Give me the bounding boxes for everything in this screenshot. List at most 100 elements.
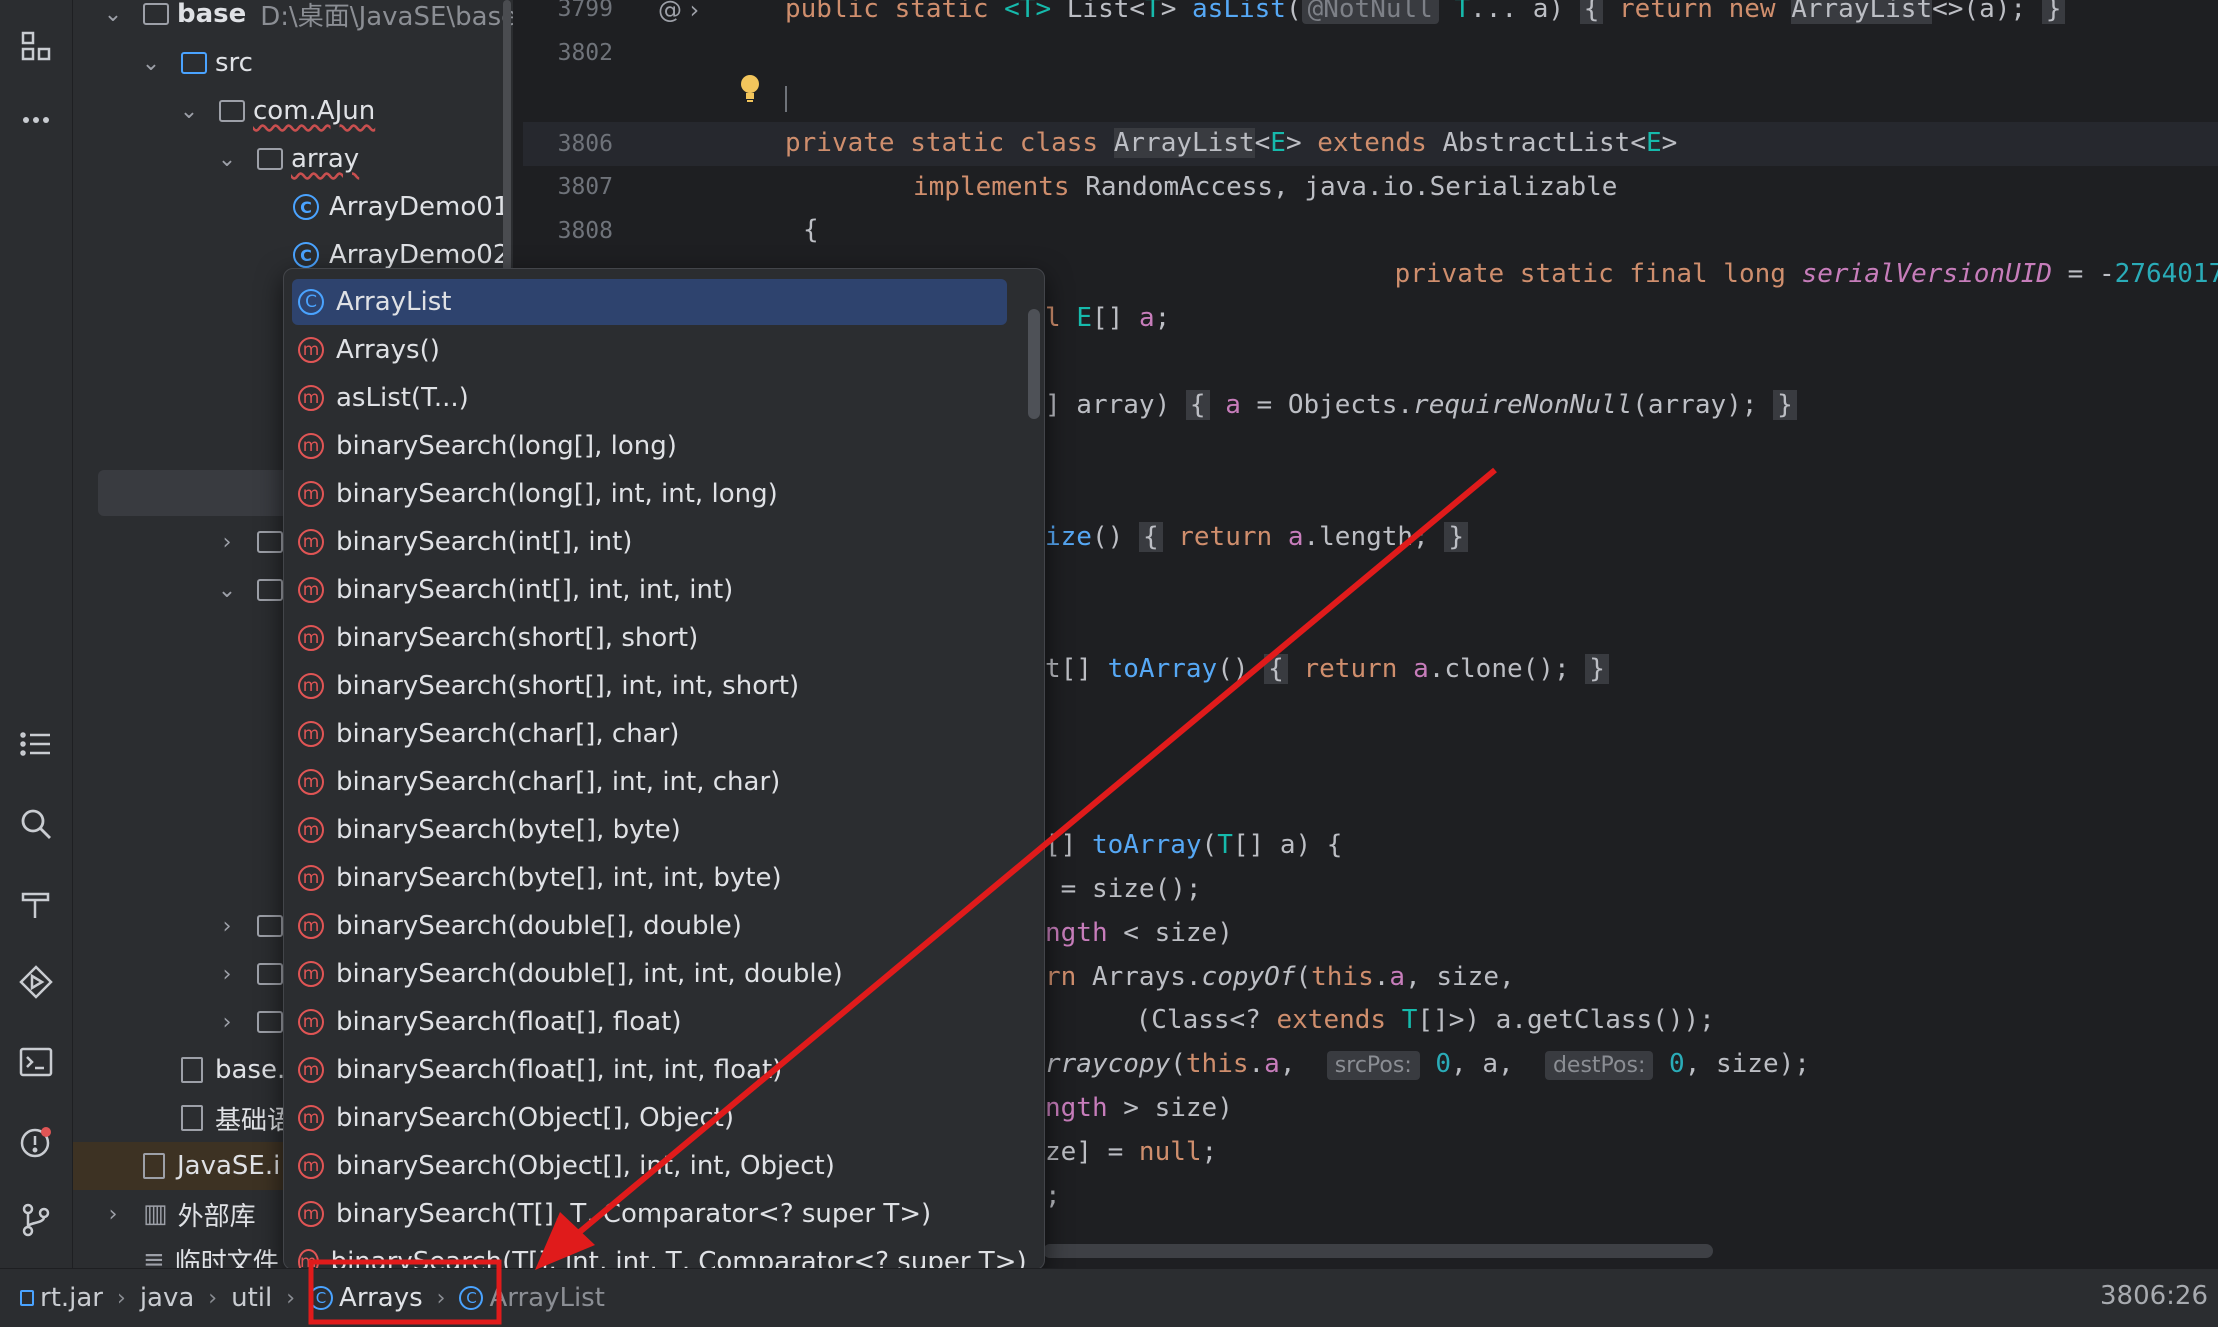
class-icon: C (293, 194, 319, 220)
editor-horizontal-scrollbar[interactable] (1043, 1244, 1713, 1258)
completion-item[interactable]: m binarySearch(byte[], int, int, byte) (292, 855, 1007, 901)
completion-item[interactable]: m binarySearch(Object[], Object) (292, 1095, 1007, 1141)
chevron-right-icon[interactable]: › (215, 962, 239, 987)
search-icon[interactable] (12, 800, 60, 848)
tree-row-src[interactable]: ⌄ src (139, 39, 253, 87)
breadcrumb-rtjar[interactable]: rt.jar (40, 1283, 103, 1313)
completion-item-label: binarySearch(long[], long) (336, 431, 677, 461)
tree-row-collapsed[interactable]: › (215, 902, 291, 950)
tree-row-expanded[interactable]: ⌄ (215, 566, 291, 614)
implementations-icon[interactable]: @ › (658, 0, 699, 24)
completion-item-label: ArrayList (336, 287, 452, 317)
completion-item[interactable]: m binarySearch(long[], long) (292, 423, 1007, 469)
completion-item-label: binarySearch(double[], int, int, double) (336, 959, 843, 989)
completion-item[interactable]: m binarySearch(double[], int, int, double… (292, 951, 1007, 997)
completion-item[interactable]: m binarySearch(T[], T, Comparator<? super… (292, 1191, 1007, 1237)
completion-item[interactable]: m binarySearch(char[], int, int, char) (292, 759, 1007, 805)
text-caret (785, 86, 787, 112)
chevron-right-icon[interactable]: › (101, 1202, 125, 1227)
code-line: ] array) { a = Objects.requireNonNull(ar… (1045, 390, 1797, 420)
build-hammer-icon[interactable] (12, 880, 60, 928)
completion-item[interactable]: m binarySearch(char[], char) (292, 711, 1007, 757)
completion-item-label: binarySearch(double[], double) (336, 911, 742, 941)
tree-row-notes[interactable]: 基础语 (181, 1094, 293, 1142)
completion-item[interactable]: m binarySearch(float[], int, int, float) (292, 1047, 1007, 1093)
code-line: t[] toArray() { return a.clone(); } (1045, 654, 1609, 684)
breadcrumb-arrays[interactable]: Arrays (339, 1283, 423, 1313)
completion-item[interactable]: m binarySearch(Object[], int, int, Object… (292, 1143, 1007, 1189)
lightbulb-icon[interactable] (738, 73, 762, 103)
completion-item-label: binarySearch(byte[], byte) (336, 815, 681, 845)
chevron-right-icon[interactable]: › (215, 530, 239, 555)
package-icon (257, 148, 283, 170)
line-number: 3799 (557, 0, 613, 22)
run-icon[interactable] (12, 958, 60, 1006)
code-line: = size(); (1045, 874, 1202, 904)
terminal-icon[interactable] (12, 1038, 60, 1086)
tree-row-scratches[interactable]: ≡ 临时文件 (143, 1236, 279, 1268)
completion-item[interactable]: m Arrays() (292, 327, 1007, 373)
tool-window-strip (0, 0, 73, 1268)
more-icon[interactable] (12, 96, 60, 144)
tree-row-external-libs[interactable]: › ▥ 外部库 (101, 1190, 256, 1238)
popup-scrollbar[interactable] (1028, 309, 1040, 419)
chevron-down-icon[interactable]: ⌄ (139, 51, 163, 76)
completion-item[interactable]: m binarySearch(double[], double) (292, 903, 1007, 949)
breadcrumb-separator-icon: › (117, 1285, 126, 1311)
method-icon: m (298, 865, 324, 891)
file-icon (181, 1105, 203, 1131)
breadcrumb-arraylist[interactable]: ArrayList (489, 1283, 604, 1313)
tree-row-arraydemo01[interactable]: C ArrayDemo01 (293, 183, 509, 231)
breadcrumb-separator-icon: › (286, 1285, 296, 1311)
tree-row-package[interactable]: ⌄ com.AJun (177, 87, 375, 135)
completion-item-label: binarySearch(T[], int, int, T, Comparato… (330, 1247, 1027, 1270)
completion-item[interactable]: m binarySearch(short[], short) (292, 615, 1007, 661)
tree-row-array[interactable]: ⌄ array (215, 135, 359, 183)
list-icon[interactable] (12, 720, 60, 768)
tree-row-base[interactable]: ⌄ base D:\桌面\JavaSE\base (101, 0, 513, 38)
completion-item[interactable]: m asList(T...) (292, 375, 1007, 421)
problems-icon[interactable] (12, 1118, 60, 1166)
class-icon: C (459, 1286, 484, 1310)
package-icon (257, 1011, 283, 1033)
completion-item-label: binarySearch(short[], int, int, short) (336, 671, 800, 701)
breadcrumb-separator-icon: › (208, 1285, 218, 1311)
completion-item-label: Arrays() (336, 335, 440, 365)
file-icon (143, 1153, 165, 1179)
method-icon: m (298, 625, 324, 651)
completion-item[interactable]: m binarySearch(short[], int, int, short) (292, 663, 1007, 709)
completion-item-label: asList(T...) (336, 383, 469, 413)
chevron-down-icon[interactable]: ⌄ (215, 147, 239, 172)
chevron-down-icon[interactable]: ⌄ (215, 578, 239, 603)
tree-row-collapsed[interactable]: › (215, 950, 291, 998)
completion-item-label: binarySearch(byte[], int, int, byte) (336, 863, 782, 893)
completion-item[interactable]: m binarySearch(T[], int, int, T, Comparat… (292, 1239, 1027, 1269)
git-branch-icon[interactable] (12, 1196, 60, 1244)
tree-row-javase-iml[interactable]: JavaSE.i (143, 1142, 280, 1190)
completion-item[interactable]: C ArrayList (292, 279, 1007, 325)
breadcrumb-java[interactable]: java (140, 1283, 194, 1313)
tree-row-collapsed[interactable]: › (215, 998, 291, 1046)
method-icon: m (298, 961, 324, 987)
structure-icon[interactable] (12, 22, 60, 70)
chevron-down-icon[interactable]: ⌄ (177, 99, 201, 124)
chevron-down-icon[interactable]: ⌄ (101, 2, 125, 27)
class-icon: C (298, 289, 324, 315)
code-line: ; (1045, 1181, 1061, 1211)
chevron-right-icon[interactable]: › (215, 914, 239, 939)
method-icon: m (298, 577, 324, 603)
source-folder-icon (181, 52, 207, 74)
tree-item-label: array (291, 144, 360, 174)
code-line: { (803, 215, 819, 245)
completion-item[interactable]: m binarySearch(byte[], byte) (292, 807, 1007, 853)
breadcrumb-util[interactable]: util (231, 1283, 272, 1313)
completion-item[interactable]: m binarySearch(long[], int, int, long) (292, 471, 1007, 517)
chevron-right-icon[interactable]: › (215, 1010, 239, 1035)
caret-position[interactable]: 3806:26 (2100, 1281, 2208, 1311)
tree-row-base-iml[interactable]: base. (181, 1046, 285, 1094)
tree-row-collapsed[interactable]: › (215, 518, 291, 566)
status-bar: rt.jar › java › util › C Arrays › C Arra… (0, 1268, 2218, 1327)
completion-item[interactable]: m binarySearch(int[], int) (292, 519, 1007, 565)
completion-item[interactable]: m binarySearch(int[], int, int, int) (292, 567, 1007, 613)
completion-item[interactable]: m binarySearch(float[], float) (292, 999, 1007, 1045)
